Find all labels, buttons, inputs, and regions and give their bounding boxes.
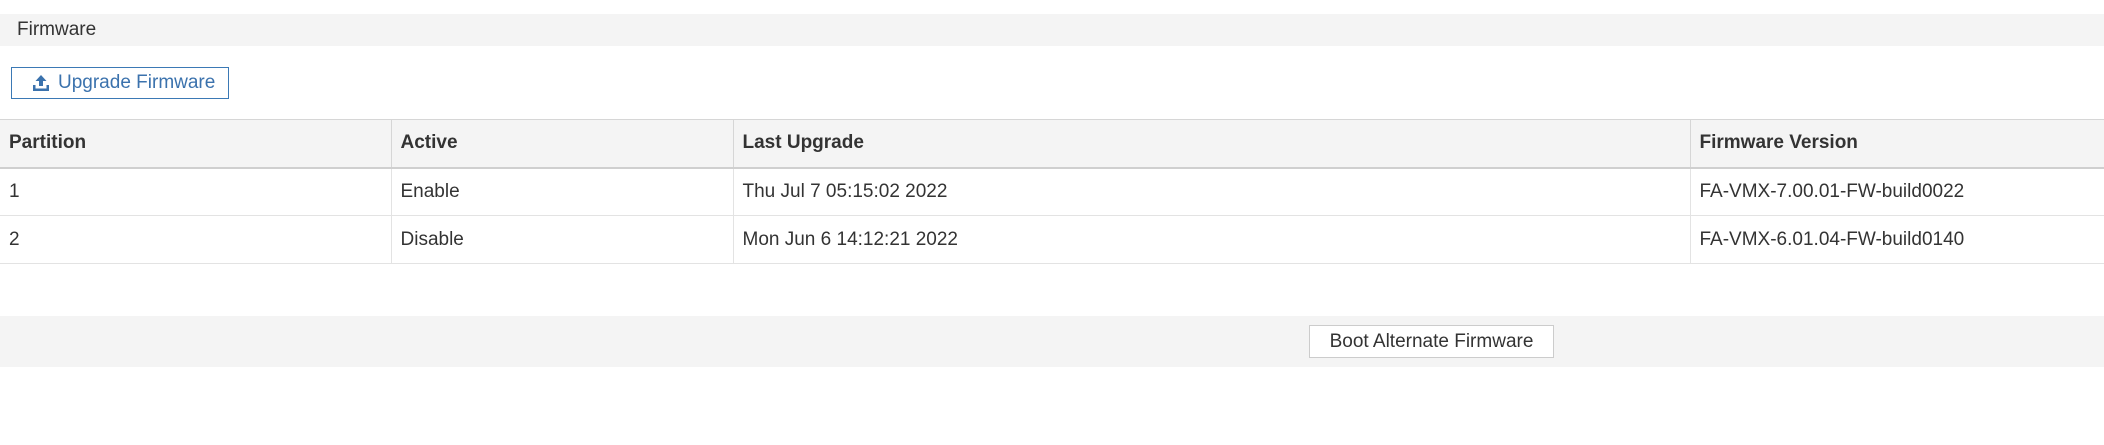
firmware-version-cell: FA-VMX-7.00.01-FW-build0022 <box>1690 167 2104 216</box>
table-row[interactable]: 2 Disable Mon Jun 6 14:12:21 2022 FA-VMX… <box>0 215 2104 264</box>
column-header-partition[interactable]: Partition <box>0 119 392 169</box>
footer-bar <box>0 316 2104 367</box>
column-header-last-upgrade[interactable]: Last Upgrade <box>733 119 1691 169</box>
column-header-active[interactable]: Active <box>391 119 734 169</box>
active-status-cell: Disable <box>391 215 734 264</box>
table-header-row: Partition Active Last Upgrade Firmware V… <box>0 119 2104 169</box>
table-row[interactable]: 1 Enable Thu Jul 7 05:15:02 2022 FA-VMX-… <box>0 167 2104 216</box>
section-title: Firmware <box>17 19 97 40</box>
firmware-table: Partition Active Last Upgrade Firmware V… <box>0 119 2104 264</box>
partition-cell: 1 <box>0 167 392 216</box>
last-upgrade-cell: Mon Jun 6 14:12:21 2022 <box>733 215 1691 264</box>
firmware-version-cell: FA-VMX-6.01.04-FW-build0140 <box>1690 215 2104 264</box>
upgrade-firmware-button[interactable]: Upgrade Firmware <box>11 67 229 99</box>
column-header-firmware-version[interactable]: Firmware Version <box>1690 119 2104 169</box>
last-upgrade-cell: Thu Jul 7 05:15:02 2022 <box>733 167 1691 216</box>
partition-cell: 2 <box>0 215 392 264</box>
upgrade-firmware-label: Upgrade Firmware <box>58 72 216 93</box>
upload-icon <box>30 72 52 94</box>
active-status-cell: Enable <box>391 167 734 216</box>
boot-alternate-firmware-button[interactable]: Boot Alternate Firmware <box>1309 325 1554 358</box>
section-header: Firmware <box>0 14 2104 46</box>
